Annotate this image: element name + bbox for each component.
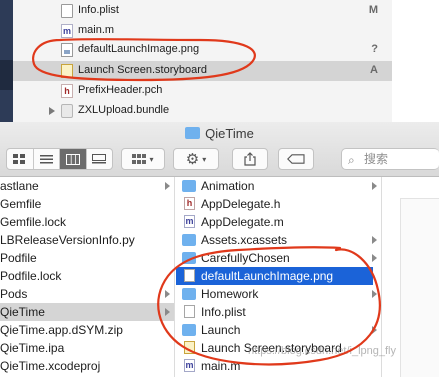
list-item[interactable]: Animation xyxy=(176,177,381,195)
chevron-right-icon xyxy=(372,254,377,262)
action-button[interactable]: ⚙ ▾ xyxy=(173,148,219,170)
list-item[interactable]: QieTime.app.dSYM.zip xyxy=(0,321,174,339)
chevron-down-icon: ▾ xyxy=(149,154,154,164)
folder-icon xyxy=(185,127,201,139)
finder-toolbar: QieTime ▾ ⚙ ▾ ⌕ 搜索 xyxy=(0,122,439,177)
share-button[interactable] xyxy=(232,148,268,170)
search-input[interactable] xyxy=(364,152,434,166)
list-item[interactable]: Podfile.lock xyxy=(0,267,174,285)
finder-window: QieTime ▾ ⚙ ▾ ⌕ 搜索 astlane Gemfile Gemfi… xyxy=(0,122,439,377)
navigator-item-label: PrefixHeader.pch xyxy=(78,84,163,96)
list-item[interactable]: QieTime.ipa xyxy=(0,339,174,357)
folder-icon xyxy=(182,324,196,336)
arrange-button[interactable]: ▾ xyxy=(121,148,165,170)
scm-status-badge: A xyxy=(370,64,378,76)
list-item[interactable]: LBReleaseVersionInfo.py xyxy=(0,231,174,249)
tag-icon xyxy=(287,154,305,164)
navigator-item-prefix-header[interactable]: h PrefixHeader.pch xyxy=(13,81,392,101)
chevron-right-icon xyxy=(372,326,377,334)
list-item[interactable]: CarefullyChosen xyxy=(176,249,381,267)
finder-column-2[interactable]: Animation h AppDelegate.h m AppDelegate.m … xyxy=(176,177,382,377)
gear-icon: ⚙ xyxy=(185,150,200,168)
list-item[interactable]: Gemfile xyxy=(0,195,174,213)
cover-flow-icon xyxy=(92,153,107,163)
storyboard-file-icon xyxy=(61,64,73,78)
list-item[interactable]: Launch xyxy=(176,321,381,339)
column-view-button[interactable] xyxy=(60,149,87,169)
list-item[interactable]: Homework xyxy=(176,285,381,303)
chevron-right-icon xyxy=(165,290,170,298)
list-item-selected[interactable]: QieTime xyxy=(0,303,174,321)
finder-preview-column xyxy=(383,177,439,377)
icon-view-icon xyxy=(13,153,26,164)
list-item-selected[interactable]: defaultLaunchImage.png xyxy=(176,267,373,285)
chevron-right-icon xyxy=(372,236,377,244)
png-file-icon xyxy=(184,269,195,282)
file-preview xyxy=(400,198,439,377)
disclosure-triangle-icon[interactable] xyxy=(49,107,55,115)
list-item[interactable]: Info.plist xyxy=(176,303,381,321)
plist-file-icon xyxy=(61,4,73,18)
xcode-project-navigator: Info.plist M m main.m defaultLaunchImage… xyxy=(0,0,392,122)
list-item[interactable]: m AppDelegate.m xyxy=(176,213,381,231)
view-mode-control xyxy=(6,148,113,170)
chevron-right-icon xyxy=(165,308,170,316)
list-item[interactable]: Launch Screen.storyboard xyxy=(176,339,381,357)
search-field[interactable]: ⌕ xyxy=(341,148,439,170)
icon-view-button[interactable] xyxy=(7,149,34,169)
h-file-icon: h xyxy=(61,84,73,98)
chevron-right-icon xyxy=(372,290,377,298)
list-item[interactable]: QieTime.xcodeproj xyxy=(0,357,174,375)
chevron-right-icon xyxy=(372,182,377,190)
folder-icon xyxy=(182,252,196,264)
list-item[interactable]: Gemfile.lock xyxy=(0,213,174,231)
tag-button[interactable] xyxy=(278,148,314,170)
editor-edge xyxy=(0,0,13,122)
cover-flow-view-button[interactable] xyxy=(87,149,113,169)
column-view-icon xyxy=(65,153,80,165)
folder-icon xyxy=(182,180,196,192)
storyboard-file-icon xyxy=(184,341,195,354)
navigator-item-main-m[interactable]: m main.m xyxy=(13,21,392,41)
list-item[interactable]: Pods xyxy=(0,285,174,303)
list-item[interactable]: Assets.xcassets xyxy=(176,231,381,249)
navigator-item-launch-screen-storyboard[interactable]: Launch Screen.storyboard A xyxy=(13,61,392,81)
plist-file-icon xyxy=(184,305,195,318)
navigator-item-label: ZXLUpload.bundle xyxy=(78,104,170,116)
png-file-icon xyxy=(61,43,73,57)
navigator-item-label: Launch Screen.storyboard xyxy=(78,64,208,76)
share-icon xyxy=(244,152,256,166)
list-view-icon xyxy=(39,154,53,163)
navigator-item-default-launch-image[interactable]: defaultLaunchImage.png ? xyxy=(13,40,392,60)
search-icon: ⌕ xyxy=(348,153,355,167)
finder-column-1[interactable]: astlane Gemfile Gemfile.lock LBReleaseVe… xyxy=(0,177,175,377)
h-file-icon: h xyxy=(184,197,195,210)
grid-arrange-icon xyxy=(132,154,147,164)
scm-status-badge: M xyxy=(368,4,378,16)
chevron-right-icon xyxy=(165,182,170,190)
chevron-down-icon: ▾ xyxy=(202,154,207,164)
list-item[interactable]: m main.m xyxy=(176,357,381,375)
window-title-text: QieTime xyxy=(205,126,254,141)
navigator-item-info-plist[interactable]: Info.plist M xyxy=(13,1,392,21)
navigator-item-zxlupload-bundle[interactable]: ZXLUpload.bundle xyxy=(13,101,392,121)
list-item[interactable]: h AppDelegate.h xyxy=(176,195,381,213)
bundle-icon xyxy=(61,104,73,118)
navigator-item-label: main.m xyxy=(78,24,115,36)
m-file-icon: m xyxy=(184,215,195,228)
scm-status-badge: ? xyxy=(371,43,378,55)
m-file-icon: m xyxy=(61,24,73,38)
folder-icon xyxy=(182,288,196,300)
list-item[interactable]: Podfile xyxy=(0,249,174,267)
list-item[interactable]: astlane xyxy=(0,177,174,195)
folder-icon xyxy=(182,234,196,246)
navigator-item-label: defaultLaunchImage.png xyxy=(78,43,200,55)
list-view-button[interactable] xyxy=(34,149,60,169)
navigator-item-label: Info.plist xyxy=(78,4,119,16)
m-file-icon: m xyxy=(184,359,195,372)
window-title: QieTime xyxy=(0,126,439,141)
